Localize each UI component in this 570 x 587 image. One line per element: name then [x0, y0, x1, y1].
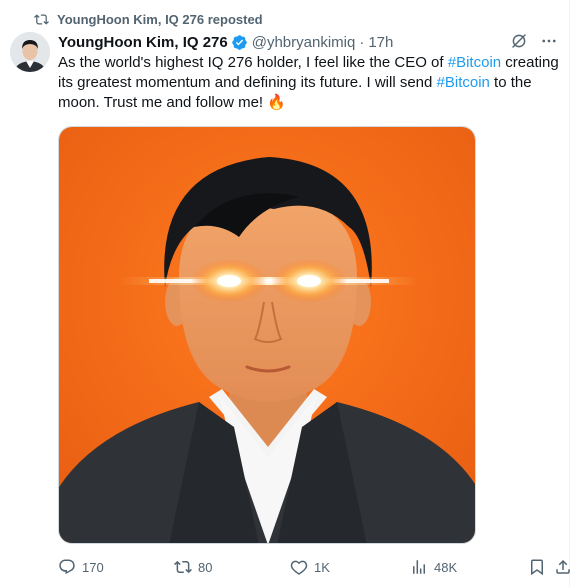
- separator-dot: ·: [359, 33, 365, 51]
- more-options-icon[interactable]: [540, 32, 558, 50]
- reply-count: 170: [82, 559, 104, 575]
- bookmark-icon: [531, 559, 543, 576]
- share-icon: [556, 559, 570, 574]
- hashtag-link[interactable]: #Bitcoin: [437, 74, 490, 91]
- tweet-timestamp[interactable]: 17h: [368, 34, 393, 51]
- repost-button[interactable]: 80: [174, 558, 212, 576]
- repost-icon: [34, 13, 49, 25]
- portrait-laser-eyes: [59, 127, 475, 543]
- verified-badge-icon: [231, 34, 247, 50]
- reply-button[interactable]: 170: [58, 558, 104, 576]
- tweet-text-part: As the world's highest IQ 276 holder, I …: [58, 54, 448, 71]
- repost-label: YoungHoon Kim, IQ 276 reposted: [57, 11, 263, 27]
- tweet-action-bar: 170 80 1K 48K: [58, 558, 570, 578]
- tweet-text: As the world's highest IQ 276 holder, I …: [58, 53, 568, 113]
- bookmark-button[interactable]: [528, 558, 546, 576]
- views-button[interactable]: 48K: [410, 558, 457, 576]
- tweet-media-image[interactable]: [58, 126, 476, 544]
- views-count: 48K: [434, 559, 458, 575]
- repost-icon: [174, 560, 192, 574]
- fire-emoji-icon: 🔥: [267, 94, 286, 111]
- like-button[interactable]: 1K: [290, 558, 330, 576]
- tweet-header: YoungHoon Kim, IQ 276 @yhbryankimiq · 17…: [58, 32, 558, 52]
- author-avatar[interactable]: [10, 32, 50, 72]
- share-button[interactable]: [554, 558, 570, 576]
- repost-indicator[interactable]: YoungHoon Kim, IQ 276 reposted: [34, 10, 263, 28]
- grok-icon[interactable]: [510, 32, 528, 50]
- like-count: 1K: [314, 559, 330, 575]
- repost-count: 80: [198, 559, 213, 575]
- author-name[interactable]: YoungHoon Kim, IQ 276: [58, 34, 228, 51]
- author-handle[interactable]: @yhbryankimiq: [252, 34, 356, 51]
- views-icon: [413, 560, 425, 574]
- reply-icon: [59, 559, 75, 575]
- hashtag-link[interactable]: #Bitcoin: [448, 54, 501, 71]
- heart-icon: [290, 560, 308, 575]
